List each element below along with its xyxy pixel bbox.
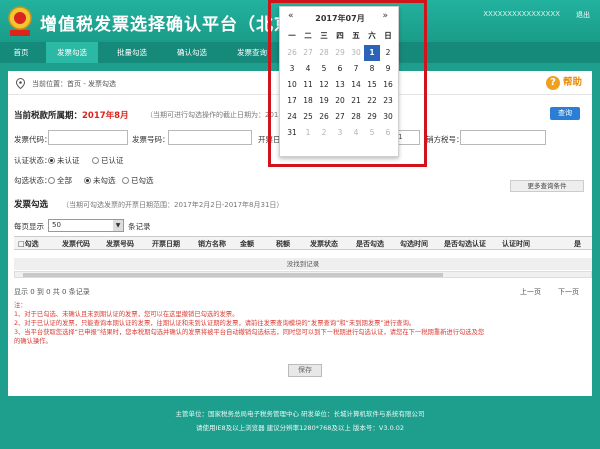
col-cert-time: 认证时间: [502, 240, 530, 248]
pagesize-unit: 条记录: [128, 222, 151, 231]
cert-opt2-text: 已认证: [101, 156, 124, 165]
radio-checked-icon: [84, 177, 91, 184]
col-issue-date: 开票日期: [152, 240, 180, 248]
col-tax: 税额: [276, 240, 290, 248]
note-line: 3、当平台获取您选择“已申报”结果时，您本税期勾选并确认的发票将被平台自动撤销勾…: [14, 329, 485, 336]
more-conditions-button[interactable]: 更多查询条件: [510, 180, 584, 192]
seller-tax-label: 销方税号：: [426, 135, 464, 144]
invoice-number-label: 发票号码：: [132, 135, 170, 144]
help-label: 帮助: [562, 77, 582, 88]
footer-line-1: 主管单位：国家税务总局电子税务管理中心 研发单位：长城计算机软件与系统有限公司: [175, 410, 425, 418]
cert-radio-uncertified[interactable]: 未认证: [48, 155, 80, 166]
note-line: 2、对于已认证的发票，只能查询本期认证的发票，往期认证和未到认证期的发票，请前往…: [14, 320, 416, 327]
check-radio-checked[interactable]: 已勾选: [122, 175, 154, 186]
footer-line-2: 请使用IE8及以上浏览器 建议分辨率1280*768及以上 版本号：V3.0.0…: [195, 424, 405, 432]
invoice-number-input[interactable]: [168, 130, 252, 145]
check-opt2-text: 未勾选: [93, 176, 116, 185]
col-check-time: 勾选时间: [400, 240, 428, 248]
table-header: □勾选 发票代码 发票号码 开票日期 销方名称 金额 税额 发票状态 是否勾选 …: [14, 236, 592, 250]
red-highlight-box: [268, 0, 427, 167]
notes: 注： 1、对于已勾选、未确认且未到期认证的发票，您可以在这里撤销已勾选的发票。 …: [14, 301, 586, 361]
check-opt1-text: 全部: [57, 176, 72, 185]
nav-item-confirm-select[interactable]: 确认勾选: [166, 42, 218, 63]
cert-status-label: 认证状态：: [14, 156, 52, 165]
invoice-code-input[interactable]: [48, 130, 128, 145]
radio-unchecked-icon: [92, 157, 99, 164]
section-title: 发票勾选: [14, 200, 49, 210]
tax-period-value: 2017年8月: [82, 111, 129, 121]
scrollbar-thumb[interactable]: [23, 273, 443, 277]
col-is-check-cert: 是否勾选认证: [444, 240, 486, 248]
invoice-code-label: 发票代码：: [14, 135, 52, 144]
prev-page-button[interactable]: 上一页: [520, 287, 541, 297]
radio-unchecked-icon: [48, 177, 55, 184]
check-status-label: 勾选状态：: [14, 176, 52, 185]
col-amount: 金额: [240, 240, 254, 248]
cert-radio-certified[interactable]: 已认证: [92, 155, 124, 166]
check-radio-unchecked[interactable]: 未勾选: [84, 175, 116, 186]
col-invoice-code: 发票代码: [62, 240, 90, 248]
help-button[interactable]: ? 帮助: [545, 75, 582, 91]
col-seller-name: 销方名称: [198, 240, 226, 248]
table-empty-row: 没找到记录: [14, 258, 592, 270]
pager-info: 显示 0 到 0 共 0 条记录: [14, 288, 90, 296]
logout-link[interactable]: 退出: [576, 10, 590, 20]
pagesize-select[interactable]: 50 ▼: [48, 219, 124, 232]
note-line: 1、对于已勾选、未确认且未到期认证的发票，您可以在这里撤销已勾选的发票。: [14, 311, 239, 318]
dropdown-arrow-icon: ▼: [113, 220, 123, 231]
col-more: 是: [574, 240, 581, 248]
col-invoice-number: 发票号码: [106, 240, 134, 248]
save-button[interactable]: 保存: [288, 364, 322, 377]
col-select[interactable]: □勾选: [18, 239, 39, 249]
cert-opt1-text: 未认证: [57, 156, 80, 165]
help-icon: ?: [545, 75, 560, 90]
tax-period-label: 当前税款所属期：2017年8月: [14, 109, 129, 121]
seller-tax-input[interactable]: [460, 130, 546, 145]
col-is-checked: 是否勾选: [356, 240, 384, 248]
pagesize-value: 50: [52, 221, 61, 229]
nav-item-invoice-select[interactable]: 发票勾选: [46, 42, 98, 63]
nav-item-batch-select[interactable]: 批量勾选: [106, 42, 158, 63]
radio-unchecked-icon: [122, 177, 129, 184]
note-line: 注：: [14, 302, 27, 309]
breadcrumb-text: 当前位置：首页 - 发票勾选: [32, 80, 116, 88]
page-footer: 主管单位：国家税务总局电子税务管理中心 研发单位：长城计算机软件与系统有限公司 …: [0, 400, 600, 449]
query-button[interactable]: 查询: [550, 107, 580, 120]
tax-emblem-logo: [6, 5, 34, 37]
check-opt3-text: 已勾选: [131, 176, 154, 185]
note-line: 的确认操作。: [14, 338, 52, 345]
tax-period-label-text: 当前税款所属期：: [14, 111, 83, 121]
user-info: XXXXXXXXXXXXXXXX: [483, 10, 560, 18]
nav-item-home[interactable]: 首页: [0, 42, 42, 63]
radio-checked-icon: [48, 157, 55, 164]
next-page-button[interactable]: 下一页: [558, 287, 579, 297]
check-radio-all[interactable]: 全部: [48, 175, 72, 186]
location-pin-icon: [15, 77, 26, 91]
pagesize-label: 每页显示: [14, 222, 44, 231]
col-invoice-status: 发票状态: [310, 240, 338, 248]
horizontal-scrollbar[interactable]: [14, 271, 592, 278]
section-hint: （当期可勾选发票的开票日期范围：2017年2月2日-2017年8月31日）: [62, 201, 284, 209]
